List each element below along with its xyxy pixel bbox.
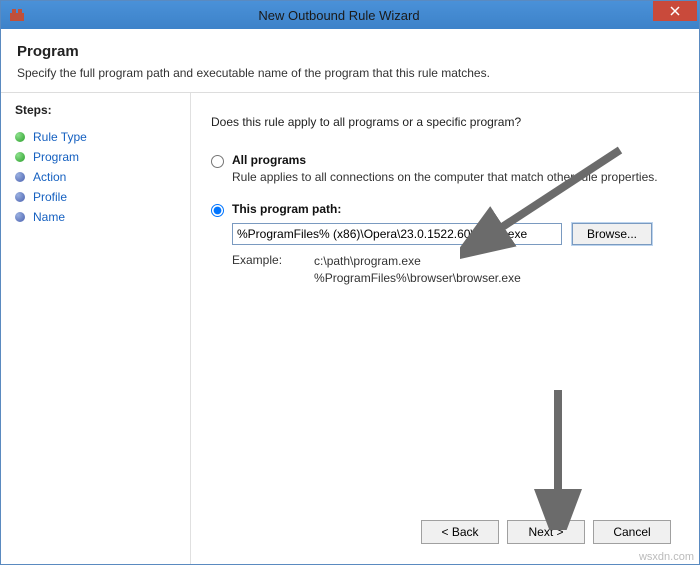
titlebar: New Outbound Rule Wizard bbox=[1, 1, 699, 29]
close-button[interactable] bbox=[653, 1, 697, 21]
program-path-input[interactable] bbox=[232, 223, 562, 245]
bullet-icon bbox=[15, 212, 25, 222]
next-button[interactable]: Next > bbox=[507, 520, 585, 544]
firewall-icon bbox=[9, 7, 25, 23]
page-title: Program bbox=[17, 43, 683, 60]
sidebar-item-action[interactable]: Action bbox=[15, 167, 176, 187]
sidebar-item-rule-type[interactable]: Rule Type bbox=[15, 127, 176, 147]
option-all-programs: All programs Rule applies to all connect… bbox=[211, 153, 671, 184]
sidebar-item-profile[interactable]: Profile bbox=[15, 187, 176, 207]
page-subtitle: Specify the full program path and execut… bbox=[17, 66, 683, 80]
example-line-2: %ProgramFiles%\browser\browser.exe bbox=[314, 271, 521, 285]
window-title: New Outbound Rule Wizard bbox=[25, 8, 653, 23]
bullet-icon bbox=[15, 172, 25, 182]
cancel-button[interactable]: Cancel bbox=[593, 520, 671, 544]
sidebar-item-label: Action bbox=[33, 170, 66, 184]
back-button[interactable]: < Back bbox=[421, 520, 499, 544]
example-lines: c:\path\program.exe %ProgramFiles%\brows… bbox=[314, 253, 521, 287]
bullet-icon bbox=[15, 152, 25, 162]
bullet-icon bbox=[15, 192, 25, 202]
option-all-title: All programs bbox=[232, 153, 306, 167]
radio-this-path-row[interactable]: This program path: bbox=[211, 202, 671, 217]
radio-this-path[interactable] bbox=[211, 204, 224, 217]
option-this-path: This program path: Browse... Example: c:… bbox=[211, 202, 671, 287]
steps-label: Steps: bbox=[15, 103, 176, 117]
sidebar-item-label: Name bbox=[33, 210, 65, 224]
button-bar: < Back Next > Cancel bbox=[211, 506, 671, 550]
sidebar-item-program[interactable]: Program bbox=[15, 147, 176, 167]
header-pane: Program Specify the full program path an… bbox=[1, 29, 699, 93]
main-pane: Does this rule apply to all programs or … bbox=[191, 93, 699, 564]
question-text: Does this rule apply to all programs or … bbox=[211, 115, 671, 129]
sidebar-item-label: Rule Type bbox=[33, 130, 87, 144]
browse-button[interactable]: Browse... bbox=[572, 223, 652, 245]
watermark: wsxdn.com bbox=[639, 551, 694, 563]
option-all-desc: Rule applies to all connections on the c… bbox=[232, 170, 671, 184]
example-label: Example: bbox=[232, 253, 282, 287]
sidebar-item-name[interactable]: Name bbox=[15, 207, 176, 227]
steps-sidebar: Steps: Rule Type Program Action Profile bbox=[1, 93, 191, 564]
sidebar-item-label: Program bbox=[33, 150, 79, 164]
radio-all-programs[interactable] bbox=[211, 155, 224, 168]
bullet-icon bbox=[15, 132, 25, 142]
example-line-1: c:\path\program.exe bbox=[314, 254, 421, 268]
option-path-title: This program path: bbox=[232, 202, 341, 216]
sidebar-item-label: Profile bbox=[33, 190, 67, 204]
radio-all-programs-row[interactable]: All programs bbox=[211, 153, 671, 168]
